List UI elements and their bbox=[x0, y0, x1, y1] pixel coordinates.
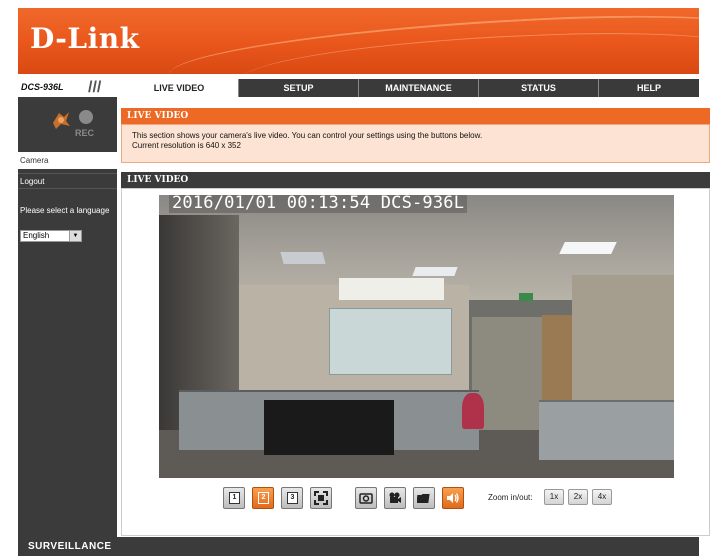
language-select-value: English bbox=[23, 231, 50, 240]
video-panel: 2016/01/01 00:13:54 DCS-936L 1 2 3 Zoom … bbox=[121, 188, 710, 536]
tab-status[interactable]: STATUS bbox=[478, 79, 598, 97]
video-record-icon bbox=[389, 492, 401, 503]
chevron-down-icon[interactable]: ▼ bbox=[69, 231, 81, 241]
video-section-title: LIVE VIDEO bbox=[121, 172, 710, 188]
tab-help[interactable]: HELP bbox=[598, 79, 699, 97]
record-button[interactable] bbox=[384, 487, 406, 509]
model-box: DCS-936L /// bbox=[18, 79, 118, 97]
info-section-title: LIVE VIDEO bbox=[121, 108, 710, 124]
model-name: DCS-936L bbox=[21, 82, 64, 92]
storage-folder-button[interactable] bbox=[413, 487, 435, 509]
video-light bbox=[412, 267, 458, 276]
footer: SURVEILLANCE bbox=[18, 537, 699, 556]
profile-2-button[interactable]: 2 bbox=[252, 487, 274, 509]
video-cubicle bbox=[539, 400, 674, 460]
video-light bbox=[280, 252, 326, 264]
video-osd-timestamp: 2016/01/01 00:13:54 DCS-936L bbox=[169, 195, 468, 213]
profile-2-label: 2 bbox=[258, 492, 269, 504]
audio-button[interactable] bbox=[442, 487, 464, 509]
footer-brand: SURVEILLANCE bbox=[28, 541, 112, 552]
info-description: This section shows your camera's live vi… bbox=[132, 131, 483, 140]
zoom-4x-button[interactable]: 4x bbox=[592, 489, 612, 505]
zoom-1x-button[interactable]: 1x bbox=[544, 489, 564, 505]
sidebar-item-logout[interactable]: Logout bbox=[18, 173, 117, 189]
camera-logo-icon bbox=[53, 112, 70, 129]
slash-decoration: /// bbox=[88, 79, 102, 96]
profile-1-button[interactable]: 1 bbox=[223, 487, 245, 509]
resolution-text: Current resolution is 640 x 352 bbox=[132, 141, 241, 150]
video-projector-screen bbox=[339, 278, 444, 300]
profile-1-label: 1 bbox=[229, 492, 240, 504]
zoom-2x-button[interactable]: 2x bbox=[568, 489, 588, 505]
dlink-logo: D-Link bbox=[30, 22, 140, 55]
video-light bbox=[559, 242, 617, 254]
tab-live-video[interactable]: LIVE VIDEO bbox=[120, 79, 238, 97]
live-video-frame[interactable]: 2016/01/01 00:13:54 DCS-936L bbox=[159, 195, 674, 478]
zoom-label: Zoom in/out: bbox=[488, 493, 533, 502]
rec-logo: REC bbox=[18, 97, 117, 152]
sidebar-item-camera[interactable]: Camera bbox=[18, 152, 117, 169]
profile-3-label: 3 bbox=[287, 492, 298, 504]
video-whiteboard bbox=[329, 308, 452, 375]
video-monitor bbox=[264, 400, 394, 455]
speaker-icon bbox=[447, 493, 459, 503]
video-person bbox=[462, 393, 484, 429]
sidebar: REC Camera Logout Please select a langua… bbox=[18, 97, 117, 537]
fullscreen-icon bbox=[314, 491, 328, 505]
folder-icon bbox=[417, 494, 430, 503]
header-banner: D-Link bbox=[18, 8, 699, 74]
camera-snapshot-icon bbox=[359, 493, 373, 504]
fullscreen-button[interactable] bbox=[310, 487, 332, 509]
tab-maintenance[interactable]: MAINTENANCE bbox=[358, 79, 478, 97]
page: D-Link DCS-936L /// LIVE VIDEO SETUP MAI… bbox=[0, 0, 719, 556]
tab-bar: DCS-936L /// LIVE VIDEO SETUP MAINTENANC… bbox=[18, 79, 699, 97]
video-exit-sign bbox=[519, 293, 533, 301]
language-prompt: Please select a language bbox=[20, 206, 110, 215]
rec-indicator-icon bbox=[79, 110, 93, 124]
info-box: This section shows your camera's live vi… bbox=[121, 124, 710, 163]
language-select[interactable]: English ▼ bbox=[20, 230, 82, 242]
snapshot-button[interactable] bbox=[355, 487, 377, 509]
rec-label: REC bbox=[75, 128, 95, 138]
tab-setup[interactable]: SETUP bbox=[238, 79, 358, 97]
profile-3-button[interactable]: 3 bbox=[281, 487, 303, 509]
